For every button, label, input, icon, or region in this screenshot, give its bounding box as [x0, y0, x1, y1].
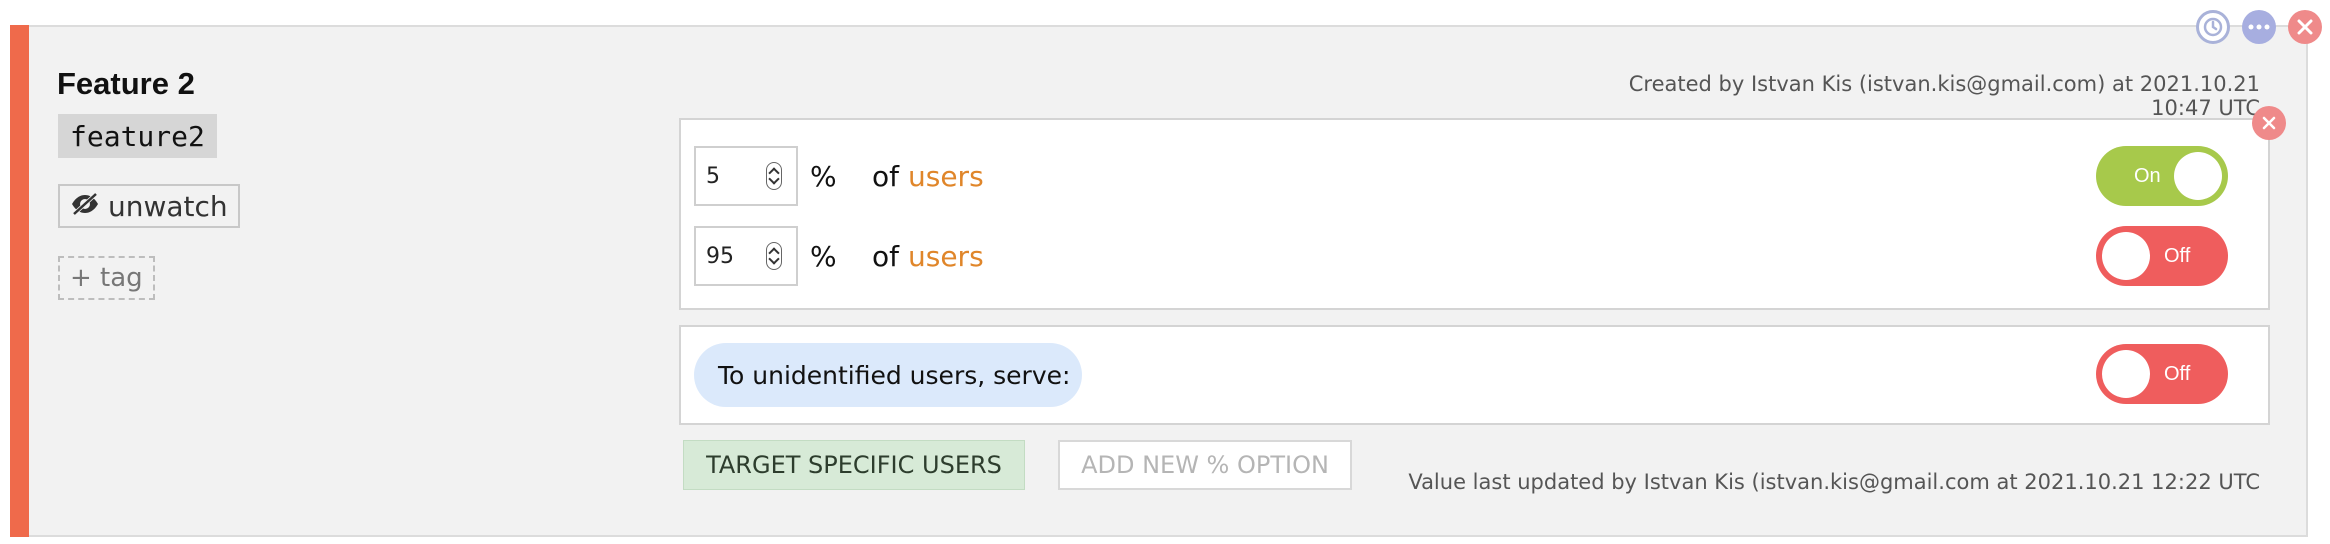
feature-title: Feature 2	[57, 66, 195, 101]
rule-row: 5 % of users	[694, 146, 984, 206]
rule-toggle-off[interactable]: Off	[2096, 226, 2228, 286]
unidentified-toggle[interactable]: Off	[2096, 344, 2228, 404]
percent-value: 5	[706, 163, 720, 189]
users-link[interactable]: users	[908, 240, 984, 273]
percent-input[interactable]: 95	[694, 226, 798, 286]
toggle-knob	[2102, 350, 2150, 398]
percent-sign: %	[810, 159, 837, 193]
unidentified-serve-label: To unidentified users, serve:	[694, 343, 1082, 407]
rule-row: 95 % of users	[694, 226, 984, 286]
percent-input[interactable]: 5	[694, 146, 798, 206]
spinner-icon[interactable]	[766, 242, 782, 270]
toggle-label: Off	[2164, 245, 2191, 267]
feature-accent-bar	[10, 25, 29, 537]
of-label: of	[872, 159, 899, 193]
more-icon[interactable]	[2242, 10, 2276, 44]
history-icon[interactable]	[2196, 10, 2230, 44]
toggle-knob	[2102, 232, 2150, 280]
add-percent-option-button[interactable]: ADD NEW % OPTION	[1058, 440, 1352, 490]
toggle-label: On	[2134, 165, 2161, 187]
users-link[interactable]: users	[908, 160, 984, 193]
spinner-icon[interactable]	[766, 162, 782, 190]
of-label: of	[872, 239, 899, 273]
unwatch-label: unwatch	[108, 189, 228, 223]
percent-value: 95	[706, 243, 734, 269]
percent-sign: %	[810, 239, 837, 273]
toggle-knob	[2174, 152, 2222, 200]
updated-by-text: Value last updated by Istvan Kis (istvan…	[1408, 470, 2260, 494]
feature-key-badge: feature2	[58, 114, 217, 158]
created-by-text: Created by Istvan Kis (istvan.kis@gmail.…	[1628, 72, 2260, 120]
target-specific-users-button[interactable]: TARGET SPECIFIC USERS	[683, 440, 1025, 490]
toggle-label: Off	[2164, 363, 2191, 385]
card-actions	[2196, 10, 2322, 44]
eye-off-icon	[70, 190, 100, 223]
remove-rules-close-icon[interactable]	[2252, 106, 2286, 140]
unwatch-button[interactable]: unwatch	[58, 184, 240, 228]
close-icon[interactable]	[2288, 10, 2322, 44]
rule-toggle-on[interactable]: On	[2096, 146, 2228, 206]
add-tag-button[interactable]: + tag	[58, 256, 155, 300]
